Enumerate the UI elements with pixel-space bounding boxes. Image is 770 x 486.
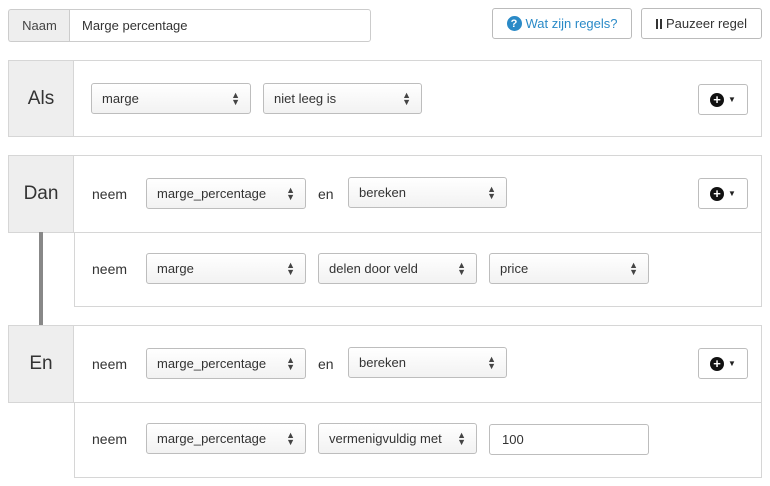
als-add-button[interactable]: + ▼ xyxy=(698,84,748,115)
en-row2-operation-value: vermenigvuldig met xyxy=(329,431,442,446)
dan-row2-operation-select[interactable]: delen door veld ▲ ▼ xyxy=(318,253,477,284)
question-circle-icon: ? xyxy=(506,16,522,31)
rule-name-input[interactable] xyxy=(69,9,371,42)
en-row2-value-input[interactable] xyxy=(489,424,649,455)
rule-connector-line xyxy=(39,232,43,326)
up-down-arrows-icon: ▲ ▼ xyxy=(487,353,496,371)
caret-down-icon: ▼ xyxy=(728,189,736,198)
als-field-value: marge xyxy=(102,91,139,106)
dan-row2-operation-value: delen door veld xyxy=(329,261,418,276)
als-condition-select[interactable]: niet leeg is ▲ ▼ xyxy=(263,83,422,114)
dan-add-button[interactable]: + ▼ xyxy=(698,178,748,209)
en-row2-field-value: marge_percentage xyxy=(157,431,267,446)
up-down-arrows-icon: ▲ ▼ xyxy=(286,429,295,447)
up-down-arrows-icon: ▲ ▼ xyxy=(286,259,295,277)
dan-row2-field-select[interactable]: marge ▲ ▼ xyxy=(146,253,306,284)
als-label: Als xyxy=(8,60,74,137)
als-condition-value: niet leeg is xyxy=(274,91,337,106)
dan-row1-field-value: marge_percentage xyxy=(157,186,267,201)
help-button[interactable]: ? Wat zijn regels? xyxy=(492,8,632,39)
pause-rule-button[interactable]: Pauzeer regel xyxy=(641,8,762,39)
en-row2-keyword: neem xyxy=(92,431,128,447)
dan-row1-field-select[interactable]: marge_percentage ▲ ▼ xyxy=(146,178,306,209)
up-down-arrows-icon: ▲ ▼ xyxy=(286,184,295,202)
dan-row2-keyword: neem xyxy=(92,261,128,277)
dan-row1-connector: en xyxy=(318,186,334,202)
en-label: En xyxy=(8,325,74,403)
en-add-button[interactable]: + ▼ xyxy=(698,348,748,379)
en-row1-keyword: neem xyxy=(92,356,128,372)
up-down-arrows-icon: ▲ ▼ xyxy=(629,259,638,277)
dan-row1-action-value: bereken xyxy=(359,185,406,200)
name-label: Naam xyxy=(8,9,70,42)
up-down-arrows-icon: ▲ ▼ xyxy=(286,354,295,372)
en-row1-action-select[interactable]: bereken ▲ ▼ xyxy=(348,347,507,378)
en-row1-action-value: bereken xyxy=(359,355,406,370)
dan-label: Dan xyxy=(8,155,74,233)
dan-row2-operand-select[interactable]: price ▲ ▼ xyxy=(489,253,649,284)
en-row2-field-select[interactable]: marge_percentage ▲ ▼ xyxy=(146,423,306,454)
dan-row2-operand-value: price xyxy=(500,261,529,276)
up-down-arrows-icon: ▲ ▼ xyxy=(487,183,496,201)
up-down-arrows-icon: ▲ ▼ xyxy=(457,259,466,277)
caret-down-icon: ▼ xyxy=(728,359,736,368)
pause-button-label: Pauzeer regel xyxy=(666,16,747,31)
plus-circle-icon: + xyxy=(710,92,725,107)
en-row1-field-select[interactable]: marge_percentage ▲ ▼ xyxy=(146,348,306,379)
en-row2-operation-select[interactable]: vermenigvuldig met ▲ ▼ xyxy=(318,423,477,454)
help-button-label: Wat zijn regels? xyxy=(525,16,618,31)
en-row1-connector: en xyxy=(318,356,334,372)
en-row1-field-value: marge_percentage xyxy=(157,356,267,371)
dan-row2-field-value: marge xyxy=(157,261,194,276)
up-down-arrows-icon: ▲ ▼ xyxy=(402,89,411,107)
als-field-select[interactable]: marge ▲ ▼ xyxy=(91,83,251,114)
dan-row1-action-select[interactable]: bereken ▲ ▼ xyxy=(348,177,507,208)
up-down-arrows-icon: ▲ ▼ xyxy=(457,429,466,447)
plus-circle-icon: + xyxy=(710,356,725,371)
plus-circle-icon: + xyxy=(710,186,725,201)
up-down-arrows-icon: ▲ ▼ xyxy=(231,89,240,107)
caret-down-icon: ▼ xyxy=(728,95,736,104)
pause-icon xyxy=(656,18,663,29)
dan-row1-keyword: neem xyxy=(92,186,128,202)
